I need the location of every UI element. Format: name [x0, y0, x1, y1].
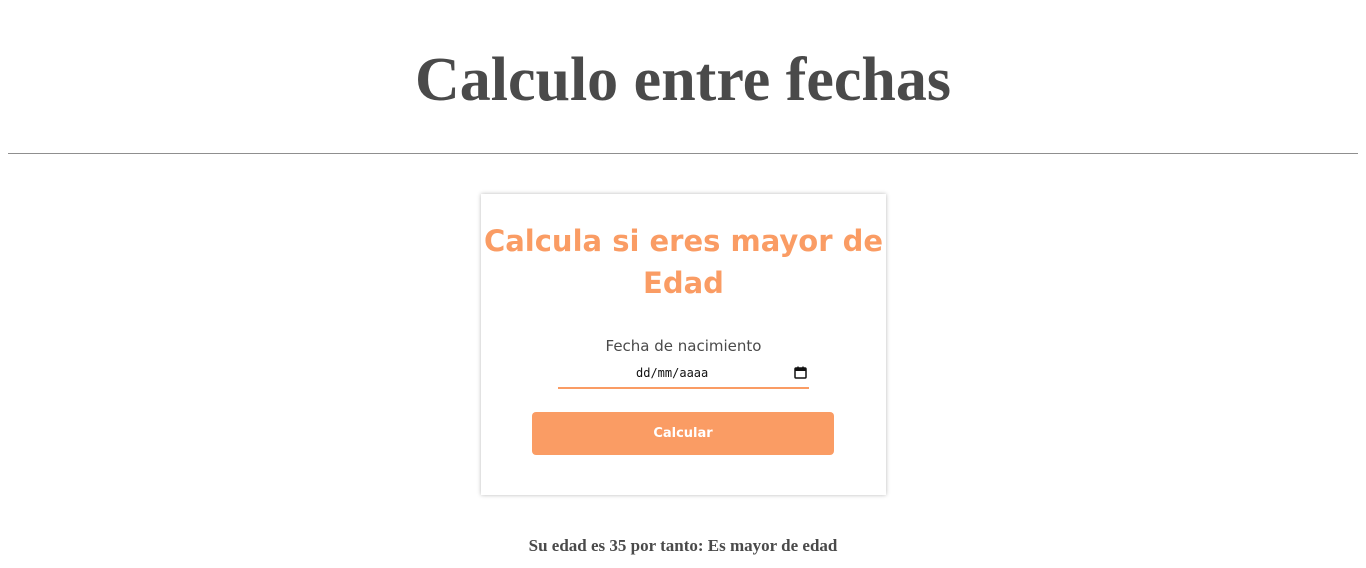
result-text: Su edad es 35 por tanto: Es mayor de eda… [528, 536, 838, 555]
divider [8, 153, 1358, 154]
age-calculator-card: Calcula si eres mayor de Edad Fecha de n… [481, 194, 886, 495]
calendar-icon[interactable] [794, 366, 807, 379]
date-placeholder: dd/mm/aaaa [636, 366, 709, 380]
birth-date-input[interactable]: dd/mm/aaaa [558, 362, 809, 389]
page-title: Calculo entre fechas [414, 46, 952, 114]
card-title: Calcula si eres mayor de Edad [483, 224, 884, 300]
birth-date-label: Fecha de nacimiento [605, 337, 762, 355]
calculate-button[interactable]: Calcular [532, 412, 834, 455]
